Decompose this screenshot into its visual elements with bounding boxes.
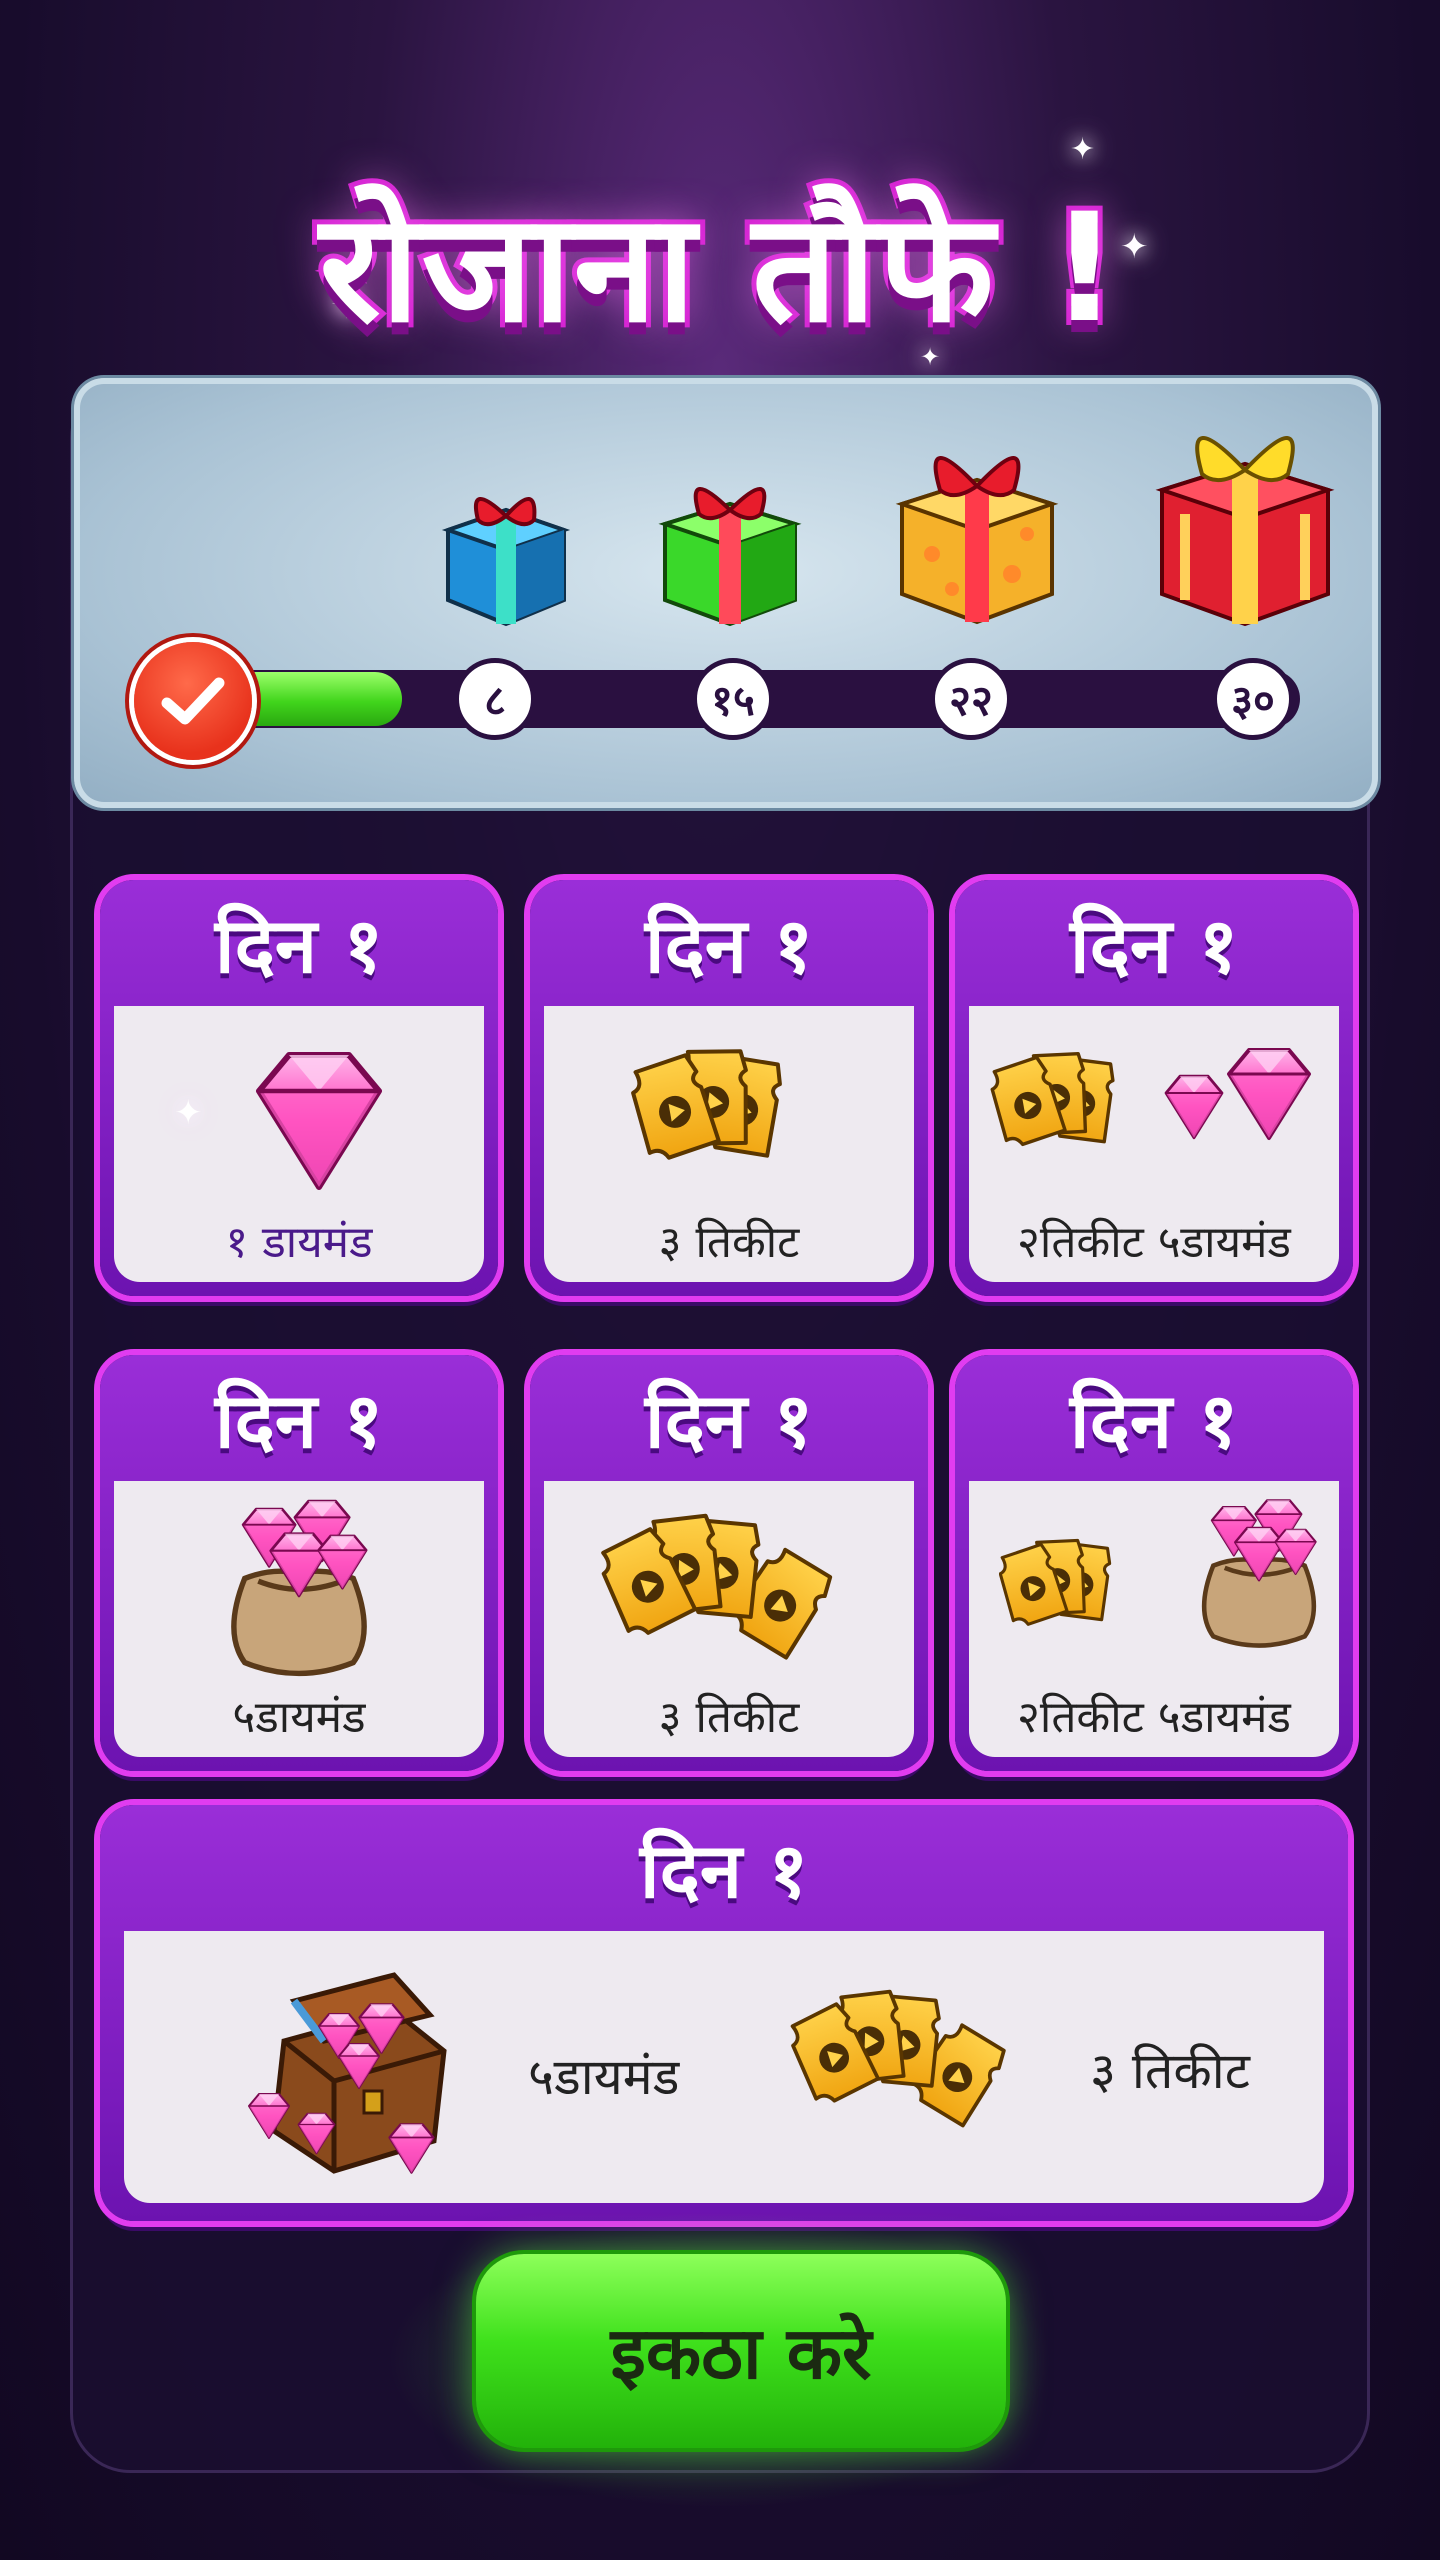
wide-card-diamonds-label: ५डायमंड <box>528 2048 680 2106</box>
card-body: २तिकीट ५डायमंड <box>969 1481 1339 1757</box>
card-reward-label: ३ तिकीट <box>658 1692 800 1743</box>
card-day-label: दिन १ <box>644 900 814 990</box>
tickets-icon <box>999 1534 1123 1630</box>
card-day-label: दिन १ <box>214 900 384 990</box>
gift-box-green-icon <box>658 487 802 627</box>
reward-card-wide[interactable]: दिन १ ५डायमंड ३ तिकीट <box>100 1805 1348 2221</box>
diamond-icon <box>1164 1048 1311 1140</box>
card-body: ३ तिकीट <box>544 1481 914 1757</box>
reward-card-1[interactable]: दिन १ ✦ १ डायमंड <box>100 880 498 1296</box>
milestone-completed <box>134 642 252 760</box>
reward-card-6[interactable]: दिन १ २तिकीट ५डायमंड <box>955 1355 1353 1771</box>
diamond-sack-icon <box>1189 1497 1329 1657</box>
card-body: ✦ १ डायमंड <box>114 1006 484 1282</box>
reward-card-3[interactable]: दिन १ २तिकीट ५डायमंड <box>955 880 1353 1296</box>
card-body: ५डायमंड ३ तिकीट <box>124 1931 1324 2203</box>
milestone-22: २२ <box>930 658 1012 740</box>
card-reward-label: २तिकीट ५डायमंड <box>1017 1692 1291 1743</box>
diamond-sack-icon <box>214 1497 384 1687</box>
reward-card-5[interactable]: दिन १ ३ तिकीट <box>530 1355 928 1771</box>
card-day-label: दिन १ <box>1069 900 1239 990</box>
reward-card-2[interactable]: दिन १ ३ तिकीट <box>530 880 928 1296</box>
card-body: ३ तिकीट <box>544 1006 914 1282</box>
tickets-icon <box>784 1985 1019 2134</box>
card-reward-label: ५डायमंड <box>232 1692 366 1743</box>
card-reward-label: १ डायमंड <box>225 1217 373 1268</box>
gift-box-blue-icon <box>441 497 571 627</box>
card-day-label: दिन १ <box>214 1375 384 1465</box>
gift-box-gold-icon <box>1155 436 1335 627</box>
check-icon <box>161 677 225 725</box>
reward-card-4[interactable]: दिन १ ५डायमंड <box>100 1355 498 1771</box>
sparkle-icon: ✦ <box>174 1093 203 1133</box>
diamond-icon <box>244 1046 394 1196</box>
card-body: २तिकीट ५डायमंड <box>969 1006 1339 1282</box>
collect-button[interactable]: इकठा करे <box>476 2254 1006 2448</box>
page-title: रोजाना तौफे ! <box>314 177 1123 361</box>
card-reward-label: ३ तिकीट <box>658 1217 800 1268</box>
milestone-30: ३० <box>1212 658 1294 740</box>
wide-card-tickets-label: ३ तिकीट <box>1090 2042 1250 2100</box>
tickets-icon <box>626 1041 797 1166</box>
card-day-label: दिन १ <box>644 1375 814 1465</box>
card-day-label: दिन १ <box>1069 1375 1239 1465</box>
tickets-icon <box>594 1509 846 1666</box>
card-day-label: दिन १ <box>639 1825 809 1915</box>
card-body: ५डायमंड <box>114 1481 484 1757</box>
gift-box-orange-icon <box>895 456 1059 625</box>
treasure-chest-icon <box>248 1972 447 2174</box>
tickets-icon <box>989 1046 1127 1150</box>
milestone-15: १५ <box>692 658 774 740</box>
milestone-8: ८ <box>454 658 536 740</box>
card-reward-label: २तिकीट ५डायमंड <box>1017 1217 1291 1268</box>
